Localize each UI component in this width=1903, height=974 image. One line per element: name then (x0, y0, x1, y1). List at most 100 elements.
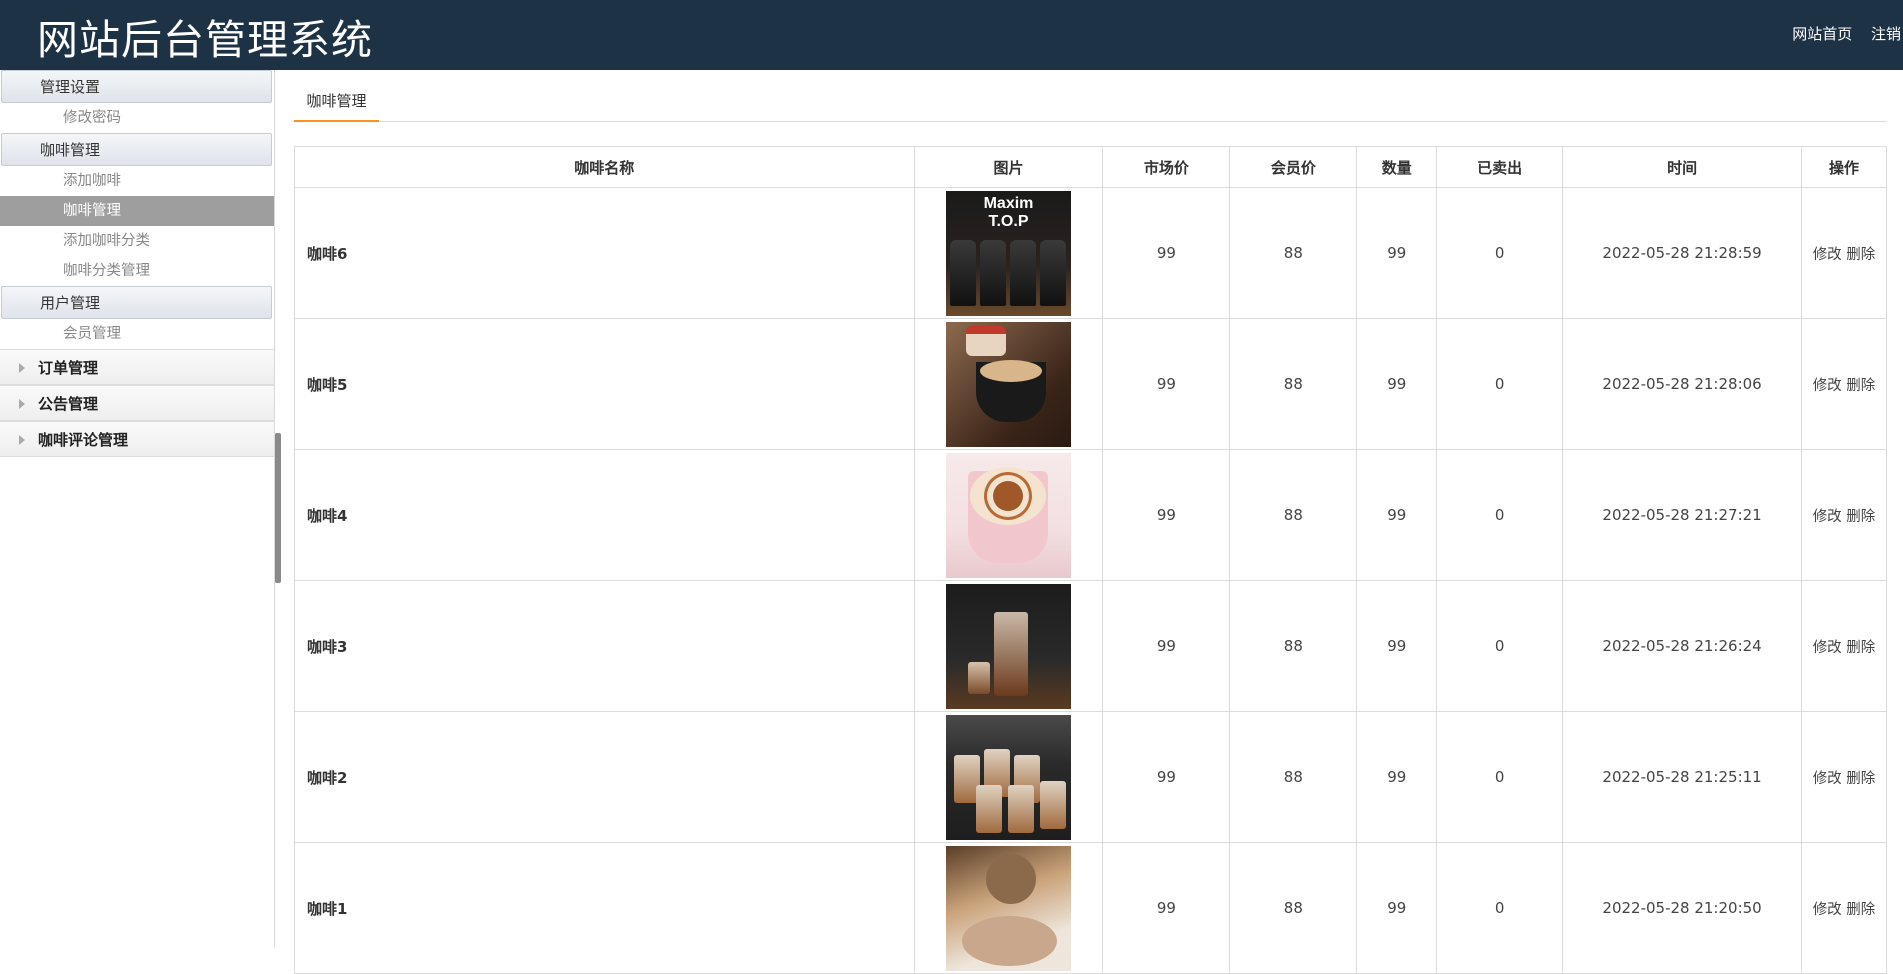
sidebar-item-add-coffee[interactable]: 添加咖啡 (0, 166, 274, 196)
table-row: 咖啡4 99 88 99 0 2022-05-28 21:27:21 修改 删除 (294, 449, 1887, 581)
tab-bar: 咖啡管理 (294, 70, 1887, 122)
edit-link[interactable]: 修改 (1813, 509, 1842, 525)
col-header-member-price: 会员价 (1229, 146, 1358, 188)
delete-link[interactable]: 删除 (1846, 902, 1875, 918)
sold-count: 0 (1436, 580, 1564, 712)
sold-count: 0 (1436, 842, 1564, 974)
expand-arrow-icon (19, 435, 25, 445)
tab-coffee-manage[interactable]: 咖啡管理 (294, 70, 379, 122)
row-actions: 修改 删除 (1801, 711, 1887, 843)
sidebar-group-users[interactable]: 用户管理 (1, 286, 272, 319)
edit-link[interactable]: 修改 (1813, 378, 1842, 394)
row-actions: 修改 删除 (1801, 318, 1887, 450)
sidebar-item-change-password[interactable]: 修改密码 (0, 103, 274, 133)
sidebar: 管理设置 修改密码 咖啡管理 添加咖啡 咖啡管理 添加咖啡分类 咖啡分类管理 用… (0, 70, 275, 948)
market-price: 99 (1102, 711, 1231, 843)
created-time: 2022-05-28 21:27:21 (1562, 449, 1802, 581)
coffee-image (946, 452, 1071, 578)
site-home-link[interactable]: 网站首页 (1792, 25, 1852, 43)
sidebar-item-category-manage[interactable]: 咖啡分类管理 (0, 256, 274, 286)
quantity: 99 (1356, 711, 1438, 843)
quantity: 99 (1356, 318, 1438, 450)
coffee-image (946, 583, 1071, 709)
member-price: 88 (1229, 187, 1358, 319)
coffee-name: 咖啡2 (294, 711, 915, 843)
expand-arrow-icon (19, 399, 25, 409)
table-row: 咖啡5 99 88 99 0 2022-05-28 21:28:06 修改 删除 (294, 318, 1887, 450)
member-price: 88 (1229, 318, 1358, 450)
sidebar-group-coffee[interactable]: 咖啡管理 (1, 133, 272, 166)
edit-link[interactable]: 修改 (1813, 771, 1842, 787)
delete-link[interactable]: 删除 (1846, 771, 1875, 787)
delete-link[interactable]: 删除 (1846, 509, 1875, 525)
member-price: 88 (1229, 449, 1358, 581)
market-price: 99 (1102, 187, 1231, 319)
market-price: 99 (1102, 842, 1231, 974)
logout-link[interactable]: 注销 (1871, 25, 1901, 43)
coffee-name: 咖啡6 (294, 187, 915, 319)
table-row: 咖啡1 99 88 99 0 2022-05-28 21:20:50 修改 删除 (294, 842, 1887, 974)
sidebar-item-coffee-manage[interactable]: 咖啡管理 (0, 196, 274, 226)
table-row: 咖啡6 Maxim T.O.P 99 88 99 0 2022-05-28 21:… (294, 187, 1887, 319)
main-content: 咖啡管理 咖啡名称 图片 市场价 会员价 数量 已卖出 时间 操作 咖啡6 Ma… (283, 70, 1888, 974)
coffee-image (946, 321, 1071, 447)
coffee-name: 咖啡5 (294, 318, 915, 450)
top-header: 网站后台管理系统 网站首页 注销 (0, 0, 1903, 70)
sidebar-fold-orders[interactable]: 订单管理 (0, 349, 274, 385)
sidebar-group-settings[interactable]: 管理设置 (1, 70, 272, 103)
member-price: 88 (1229, 842, 1358, 974)
sidebar-item-members[interactable]: 会员管理 (0, 319, 274, 349)
quantity: 99 (1356, 842, 1438, 974)
sold-count: 0 (1436, 318, 1564, 450)
created-time: 2022-05-28 21:28:59 (1562, 187, 1802, 319)
row-actions: 修改 删除 (1801, 580, 1887, 712)
row-actions: 修改 删除 (1801, 449, 1887, 581)
col-header-market-price: 市场价 (1102, 146, 1231, 188)
sold-count: 0 (1436, 711, 1564, 843)
sold-count: 0 (1436, 449, 1564, 581)
edit-link[interactable]: 修改 (1813, 247, 1842, 263)
quantity: 99 (1356, 580, 1438, 712)
table-header-row: 咖啡名称 图片 市场价 会员价 数量 已卖出 时间 操作 (294, 146, 1887, 188)
col-header-actions: 操作 (1801, 146, 1887, 188)
table-row: 咖啡3 99 88 99 0 2022-05-28 21:26:24 修改 删除 (294, 580, 1887, 712)
col-header-name: 咖啡名称 (294, 146, 915, 188)
edit-link[interactable]: 修改 (1813, 640, 1842, 656)
edit-link[interactable]: 修改 (1813, 902, 1842, 918)
market-price: 99 (1102, 449, 1231, 581)
col-header-image: 图片 (913, 146, 1104, 188)
col-header-quantity: 数量 (1356, 146, 1438, 188)
sidebar-fold-comments[interactable]: 咖啡评论管理 (0, 421, 274, 457)
coffee-image (946, 845, 1071, 971)
sidebar-fold-label: 公告管理 (38, 395, 99, 413)
row-actions: 修改 删除 (1801, 187, 1887, 319)
col-header-time: 时间 (1562, 146, 1802, 188)
sidebar-fold-label: 订单管理 (38, 359, 99, 377)
sold-count: 0 (1436, 187, 1564, 319)
coffee-name: 咖啡4 (294, 449, 915, 581)
quantity: 99 (1356, 187, 1438, 319)
quantity: 99 (1356, 449, 1438, 581)
created-time: 2022-05-28 21:28:06 (1562, 318, 1802, 450)
table-row: 咖啡2 99 88 99 0 2022-05-28 21:25:11 修改 删除 (294, 711, 1887, 843)
created-time: 2022-05-28 21:25:11 (1562, 711, 1802, 843)
sidebar-resize-handle[interactable] (275, 433, 281, 583)
sidebar-item-add-category[interactable]: 添加咖啡分类 (0, 226, 274, 256)
delete-link[interactable]: 删除 (1846, 378, 1875, 394)
delete-link[interactable]: 删除 (1846, 247, 1875, 263)
coffee-table: 咖啡名称 图片 市场价 会员价 数量 已卖出 时间 操作 咖啡6 Maxim T.… (294, 146, 1887, 974)
delete-link[interactable]: 删除 (1846, 640, 1875, 656)
row-actions: 修改 删除 (1801, 842, 1887, 974)
market-price: 99 (1102, 580, 1231, 712)
coffee-image: Maxim T.O.P (946, 190, 1071, 316)
expand-arrow-icon (19, 363, 25, 373)
sidebar-fold-notices[interactable]: 公告管理 (0, 385, 274, 421)
header-links: 网站首页 注销 (1792, 23, 1903, 44)
market-price: 99 (1102, 318, 1231, 450)
created-time: 2022-05-28 21:26:24 (1562, 580, 1802, 712)
sidebar-fold-label: 咖啡评论管理 (38, 431, 129, 449)
coffee-name: 咖啡1 (294, 842, 915, 974)
coffee-name: 咖啡3 (294, 580, 915, 712)
created-time: 2022-05-28 21:20:50 (1562, 842, 1802, 974)
member-price: 88 (1229, 711, 1358, 843)
